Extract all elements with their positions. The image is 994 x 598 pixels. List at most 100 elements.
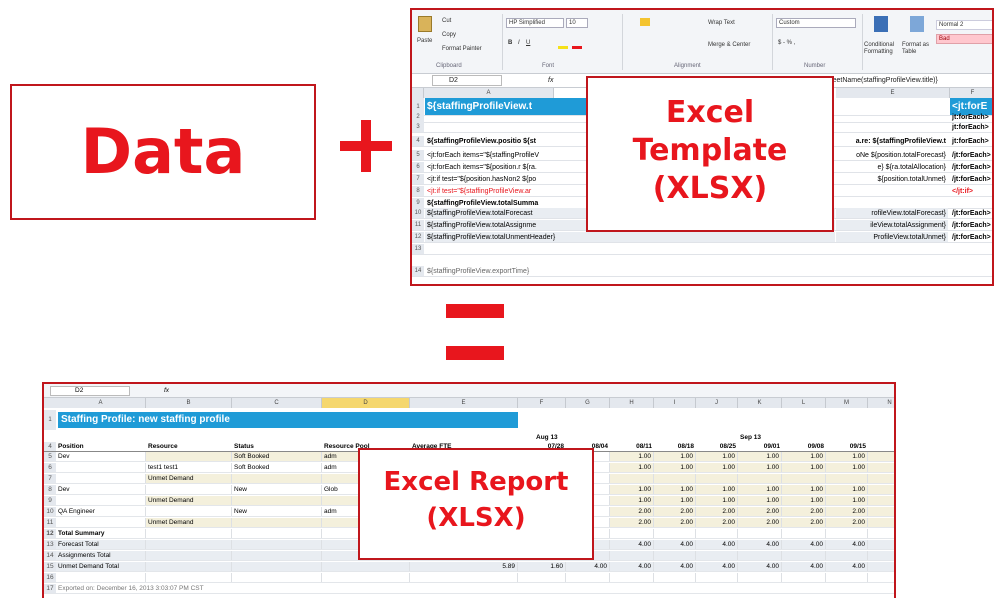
row-number[interactable]: 8 [44, 485, 56, 494]
report-cell[interactable] [232, 584, 322, 593]
report-cell[interactable] [654, 474, 696, 483]
template-cell-e[interactable]: rofileView.totalForecast} [836, 208, 948, 218]
report-name-box[interactable]: D2 [50, 386, 130, 396]
name-box[interactable]: D2 [432, 75, 502, 86]
report-cell[interactable]: 1.00 [868, 463, 894, 472]
report-cell[interactable]: 2.00 [868, 507, 894, 516]
conditional-formatting-icon[interactable] [874, 16, 888, 32]
report-cell[interactable]: 1.00 [610, 463, 654, 472]
report-cell[interactable]: 1.60 [518, 562, 566, 571]
report-cell[interactable]: 4.00 [826, 540, 868, 549]
report-cell[interactable]: 4.00 [610, 562, 654, 571]
report-cell[interactable] [782, 529, 826, 538]
report-cell[interactable]: 2.00 [610, 518, 654, 527]
report-column-header[interactable]: J [696, 398, 738, 408]
report-cell[interactable]: 1.00 [738, 452, 782, 461]
report-column-header[interactable]: B [146, 398, 232, 408]
report-column-header[interactable]: G [566, 398, 610, 408]
report-cell[interactable]: Unmet Demand Total [56, 562, 146, 571]
report-cell[interactable] [410, 573, 518, 582]
merge-center-button[interactable]: Merge & Center [708, 42, 750, 48]
report-cell[interactable] [826, 573, 868, 582]
row-number[interactable]: 2 [412, 112, 424, 122]
report-cell[interactable] [696, 551, 738, 560]
report-column-header[interactable]: M [826, 398, 868, 408]
paste-icon[interactable] [418, 16, 432, 32]
template-cell-f[interactable]: jt:forEach> [950, 112, 992, 122]
report-cell[interactable] [518, 584, 566, 593]
report-cell[interactable]: 5.89 [410, 562, 518, 571]
report-cell[interactable] [868, 529, 894, 538]
report-cell[interactable]: 2.00 [738, 507, 782, 516]
report-cell[interactable] [232, 474, 322, 483]
report-header-cell[interactable]: 09/01 [738, 442, 782, 451]
report-cell[interactable] [146, 584, 232, 593]
report-cell[interactable]: 1.00 [654, 496, 696, 505]
report-cell[interactable]: 1.00 [826, 496, 868, 505]
report-cell[interactable]: 1.00 [782, 452, 826, 461]
template-cell-f[interactable] [950, 198, 992, 208]
report-cell[interactable]: QA Engineer [56, 507, 146, 516]
report-cell[interactable] [738, 584, 782, 593]
font-size-select[interactable]: 10 [566, 18, 588, 28]
report-column-header[interactable]: C [232, 398, 322, 408]
row-number[interactable]: 5 [44, 452, 56, 461]
report-cell[interactable] [826, 584, 868, 593]
font-name-select[interactable]: HP Simplified [506, 18, 564, 28]
template-cell-e[interactable]: a.re: ${staffingProfileView.t [836, 136, 948, 146]
report-cell[interactable]: 1.00 [868, 452, 894, 461]
report-cell[interactable] [610, 474, 654, 483]
number-format-select[interactable]: Custom [776, 18, 856, 28]
cut-button[interactable]: Cut [442, 18, 451, 24]
report-header-cell[interactable]: Resource [146, 442, 232, 451]
report-cell[interactable] [782, 573, 826, 582]
style-bad[interactable]: Bad [936, 34, 992, 44]
report-header-cell[interactable]: 08/25 [696, 442, 738, 451]
report-column-header[interactable]: D [322, 398, 410, 408]
report-column-header[interactable]: L [782, 398, 826, 408]
report-cell[interactable]: 1.00 [782, 496, 826, 505]
template-cell-f[interactable] [950, 266, 992, 276]
row-number[interactable]: 5 [412, 150, 424, 160]
report-cell[interactable] [782, 584, 826, 593]
template-cell-f[interactable]: /jt:forEach> [950, 174, 992, 184]
report-cell[interactable]: 4.00 [654, 540, 696, 549]
report-cell[interactable] [782, 551, 826, 560]
report-cell[interactable]: Soft Booked [232, 452, 322, 461]
row-number[interactable]: 8 [412, 186, 424, 196]
row-number[interactable]: 4 [44, 442, 56, 451]
report-cell[interactable]: 2.00 [868, 518, 894, 527]
report-cell[interactable]: test1 test1 [146, 463, 232, 472]
report-cell[interactable]: 2.00 [696, 507, 738, 516]
report-cell[interactable] [56, 474, 146, 483]
report-column-header[interactable]: I [654, 398, 696, 408]
report-cell[interactable]: 1.00 [782, 463, 826, 472]
row-number[interactable]: 11 [44, 518, 56, 527]
row-number[interactable]: 12 [44, 529, 56, 538]
report-cell[interactable] [826, 474, 868, 483]
report-cell[interactable]: 1.00 [868, 485, 894, 494]
row-number[interactable]: 9 [44, 496, 56, 505]
template-cell-e[interactable]: e} ${ra.totalAllocation} [836, 162, 948, 172]
report-cell[interactable] [410, 584, 518, 593]
report-header-cell[interactable]: Status [232, 442, 322, 451]
paste-button[interactable]: Paste [417, 38, 432, 44]
row-number[interactable]: 6 [44, 463, 56, 472]
report-cell[interactable] [610, 584, 654, 593]
report-cell[interactable]: 2.00 [654, 518, 696, 527]
report-cell[interactable] [232, 562, 322, 571]
report-cell[interactable]: 4.00 [782, 562, 826, 571]
report-cell[interactable]: 4.00 [868, 540, 894, 549]
row-number[interactable]: 17 [44, 584, 56, 593]
report-cell[interactable] [56, 518, 146, 527]
report-cell[interactable] [654, 584, 696, 593]
column-header-e[interactable]: E [836, 88, 950, 98]
report-cell[interactable] [146, 573, 232, 582]
report-cell[interactable]: 4.00 [826, 562, 868, 571]
report-cell[interactable]: 1.00 [696, 452, 738, 461]
row-number[interactable]: 6 [412, 162, 424, 172]
fill-color-icon[interactable] [558, 46, 568, 49]
report-cell[interactable]: 1.00 [696, 496, 738, 505]
template-cell-e[interactable] [836, 198, 948, 208]
report-cell[interactable] [56, 573, 146, 582]
